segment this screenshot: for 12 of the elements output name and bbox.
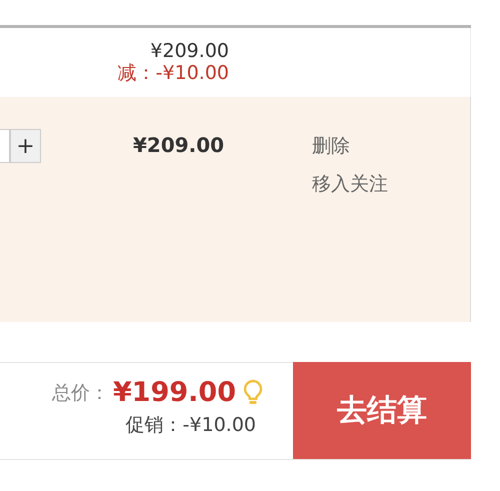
checkout-button[interactable]: 去结算 <box>293 362 471 459</box>
quantity-field[interactable] <box>0 129 10 163</box>
lightbulb-icon[interactable] <box>242 378 264 406</box>
action-link[interactable]: 移入关注 <box>312 171 388 197</box>
increase-button[interactable]: + <box>10 129 41 163</box>
subtotal-price: ¥209.00 <box>133 132 226 157</box>
total-price: ¥199.00 <box>113 377 236 408</box>
discount-text: 减：-¥10.00 <box>118 62 229 84</box>
total-label: 总价： <box>52 380 110 406</box>
action-link[interactable]: 删除 <box>312 133 388 159</box>
promotion-text: 促销：-¥10.00 <box>126 413 257 438</box>
item-price: ¥209.00 <box>150 40 229 62</box>
